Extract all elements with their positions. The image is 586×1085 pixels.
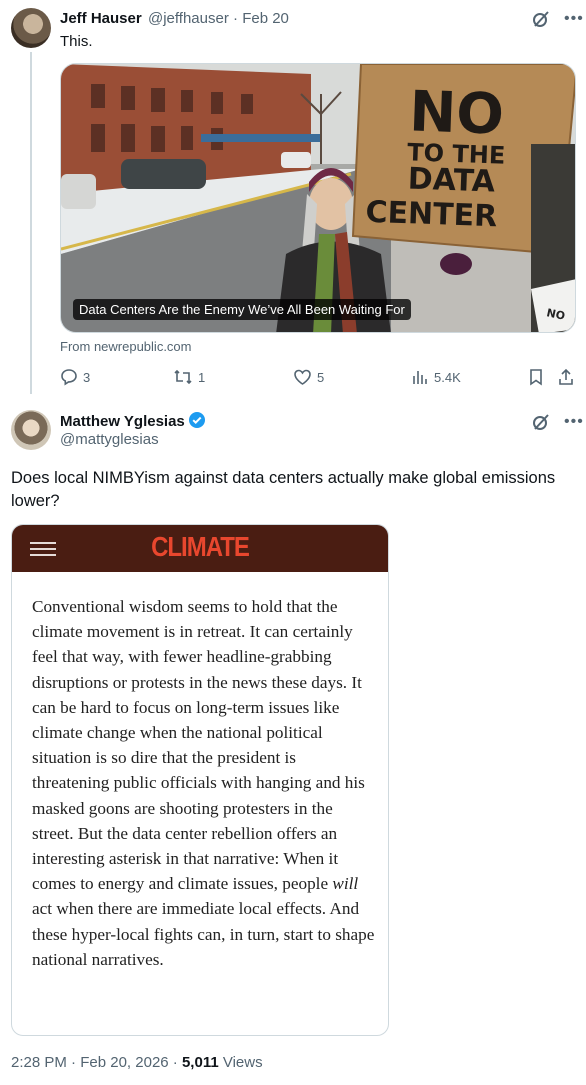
avatar[interactable] <box>11 8 51 48</box>
reply-count: 3 <box>83 369 91 385</box>
author-handle[interactable]: @jeffhauser · Feb 20 <box>148 10 289 27</box>
bookmark-button[interactable] <box>528 368 544 386</box>
excerpt-part: act when there are immediate local effec… <box>32 899 375 969</box>
post-date[interactable]: Feb 20 <box>242 10 289 27</box>
handle-text: @jeffhauser <box>148 10 229 27</box>
author-handle[interactable]: @mattyglesias <box>60 431 159 448</box>
separator: · <box>172 1054 178 1071</box>
repost-icon <box>174 369 192 385</box>
sign-center: CENTER <box>365 195 498 235</box>
article-section-title: CLIMATE <box>151 531 250 563</box>
tweet-actions: 3 1 5 5.4K <box>60 368 576 388</box>
tweet-meta: 2:28 PM · Feb 20, 2026 · 5,011 Views <box>11 1054 263 1071</box>
heart-icon <box>294 369 311 385</box>
repost-button[interactable]: 1 <box>173 368 205 386</box>
repost-count: 1 <box>198 369 206 385</box>
post-time[interactable]: 2:28 PM <box>11 1054 67 1071</box>
verified-badge-icon <box>188 412 205 428</box>
avatar[interactable] <box>11 410 51 450</box>
reply-button[interactable]: 3 <box>60 368 90 386</box>
link-card-image[interactable]: NO TO THE DATA CENTER NO Data Centers Ar… <box>60 63 576 333</box>
excerpt-emphasis: will <box>332 874 359 894</box>
reply-icon <box>61 369 77 386</box>
author-name[interactable]: Jeff Hauser <box>60 10 142 27</box>
excerpt-part: Conventional wisdom seems to hold that t… <box>32 597 365 894</box>
card-source[interactable]: From newrepublic.com <box>60 339 192 354</box>
grok-icon[interactable] <box>532 10 550 28</box>
separator: · <box>233 10 239 27</box>
more-options-icon[interactable]: ••• <box>564 10 584 28</box>
bookmark-icon <box>530 369 542 386</box>
tweet-text: Does local NIMBYism against data centers… <box>11 469 556 510</box>
views-icon <box>413 371 427 384</box>
like-button[interactable]: 5 <box>293 368 324 386</box>
post-date[interactable]: Feb 20, 2026 <box>80 1054 168 1071</box>
share-button[interactable] <box>557 368 575 386</box>
grok-icon[interactable] <box>532 413 550 431</box>
more-options-icon[interactable]: ••• <box>564 413 584 431</box>
views-label: Views <box>222 1054 263 1071</box>
share-icon <box>559 368 573 385</box>
card-headline: Data Centers Are the Enemy We’ve All Bee… <box>73 299 411 320</box>
views-count: 5.4K <box>434 369 461 385</box>
thread-connector <box>30 52 32 394</box>
sign-data: DATA <box>407 161 496 199</box>
article-header: CLIMATE <box>12 525 388 572</box>
author-name-text: Matthew Yglesias <box>60 413 185 430</box>
attached-image[interactable]: CLIMATE Conventional wisdom seems to hol… <box>11 524 389 1036</box>
views-count: 5,011 <box>181 1054 219 1071</box>
separator: · <box>71 1054 77 1071</box>
views-button[interactable]: 5.4K <box>411 368 461 386</box>
author-name[interactable]: Matthew Yglesias <box>60 411 206 430</box>
like-count: 5 <box>317 369 325 385</box>
tweet-text: This. <box>60 33 93 50</box>
sign-no: NO <box>408 79 505 147</box>
article-excerpt: Conventional wisdom seems to hold that t… <box>32 594 377 972</box>
